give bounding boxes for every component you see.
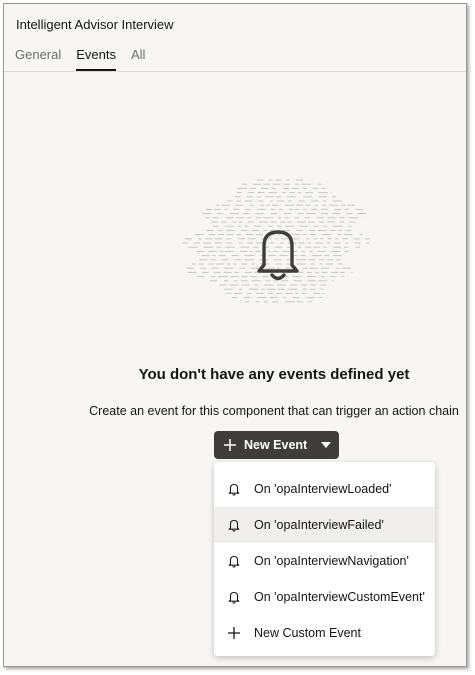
- menu-item-label: On 'opaInterviewFailed': [254, 518, 384, 532]
- plus-icon: [224, 439, 236, 451]
- menu-item-label: On 'opaInterviewLoaded': [254, 482, 392, 496]
- dashed-cloud-pattern: [182, 179, 370, 303]
- bell-icon: [228, 483, 240, 496]
- tab-all[interactable]: All: [131, 47, 145, 72]
- header-divider: [4, 71, 466, 72]
- new-event-menu: On 'opaInterviewLoaded' On 'opaInterview…: [214, 462, 435, 656]
- menu-item-label: On 'opaInterviewCustomEvent': [254, 590, 425, 604]
- menu-item-interview-navigation[interactable]: On 'opaInterviewNavigation': [214, 543, 435, 579]
- menu-item-interview-custom-event[interactable]: On 'opaInterviewCustomEvent': [214, 579, 435, 615]
- bell-icon: [228, 555, 240, 568]
- caret-down-icon[interactable]: [321, 442, 332, 448]
- menu-item-new-custom-event[interactable]: New Custom Event: [214, 615, 435, 651]
- menu-item-label: On 'opaInterviewNavigation': [254, 554, 409, 568]
- properties-panel: Intelligent Advisor Interview General Ev…: [3, 3, 467, 667]
- empty-state-description: Create an event for this component that …: [89, 404, 459, 418]
- empty-state-illustration: [182, 179, 370, 303]
- new-event-button[interactable]: New Event: [214, 431, 339, 459]
- bell-icon: [228, 519, 240, 532]
- panel-header: Intelligent Advisor Interview General Ev…: [4, 4, 466, 72]
- menu-item-label: New Custom Event: [254, 626, 361, 640]
- panel-title: Intelligent Advisor Interview: [16, 17, 174, 32]
- bell-icon: [228, 591, 240, 604]
- tab-general[interactable]: General: [15, 47, 61, 72]
- new-event-button-label: New Event: [244, 438, 308, 452]
- tab-events[interactable]: Events: [76, 47, 116, 72]
- menu-item-interview-failed[interactable]: On 'opaInterviewFailed': [214, 507, 435, 543]
- menu-item-interview-loaded[interactable]: On 'opaInterviewLoaded': [214, 471, 435, 507]
- plus-icon: [228, 627, 240, 639]
- empty-state-title: You don't have any events defined yet: [138, 366, 410, 383]
- tab-bar: General Events All: [15, 47, 160, 72]
